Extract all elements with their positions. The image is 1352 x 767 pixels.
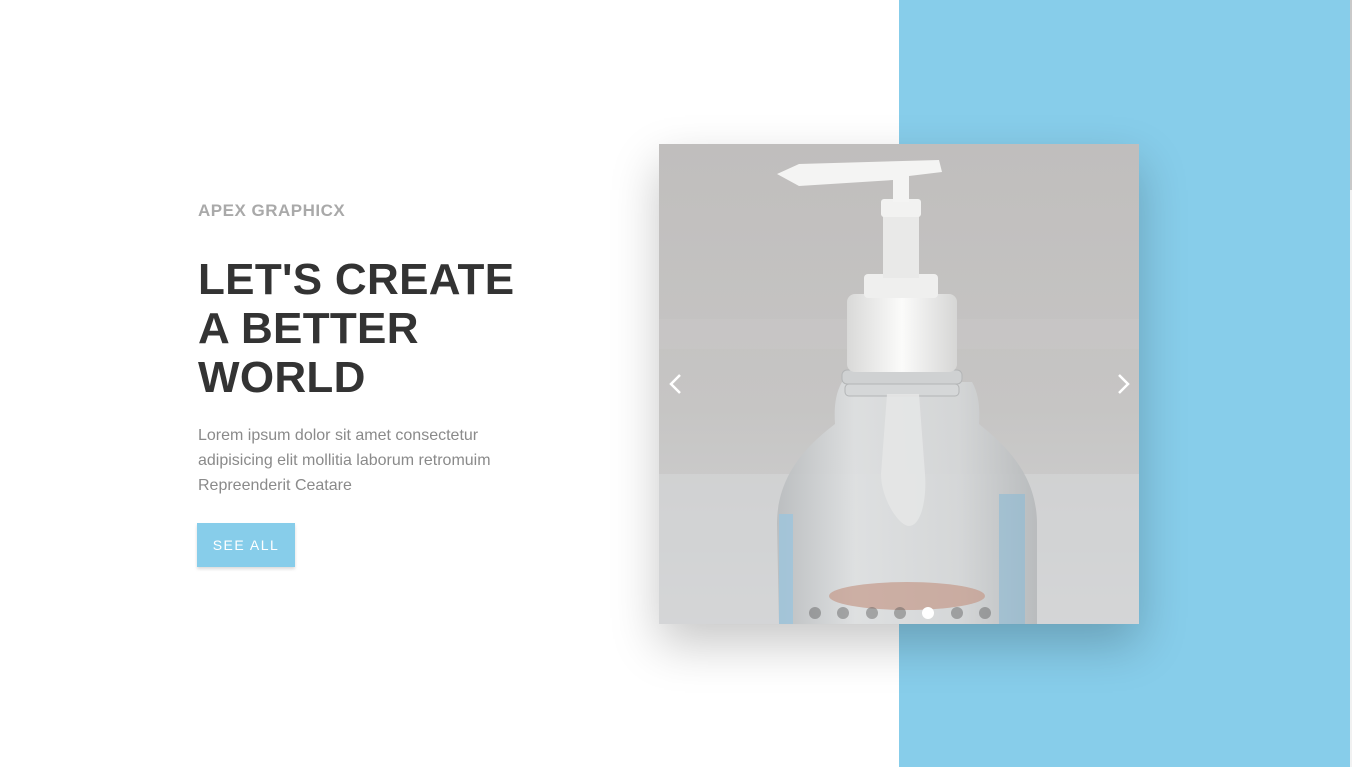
carousel-dot-active[interactable] [922,607,935,619]
headline-line: A BETTER [198,304,419,353]
carousel-dot[interactable] [865,607,878,619]
chevron-left-icon [669,374,681,394]
see-all-button[interactable]: SEE ALL [197,523,295,567]
image-carousel [659,144,1139,624]
carousel-dot[interactable] [837,607,850,619]
carousel-prev-button[interactable] [661,366,691,402]
hero-headline: LET'S CREATE A BETTER WORLD [198,255,558,402]
headline-line: WORLD [198,353,366,402]
carousel-dot[interactable] [893,607,906,619]
description-line: Lorem ipsum dolor sit amet consectetur [198,427,479,444]
hand-sanitizer-bottle-image [659,144,1139,624]
brand-name: APEX GRAPHICX [198,201,346,220]
carousel-dot[interactable] [978,607,991,619]
hero-text-block: APEX GRAPHICX LET'S CREATE A BETTER WORL… [198,200,558,498]
headline-line: LET'S CREATE [198,255,515,304]
hero-section: APEX GRAPHICX LET'S CREATE A BETTER WORL… [0,0,1352,767]
description-line: adipisicing elit mollitia laborum retrom… [198,452,491,469]
carousel-dot[interactable] [950,607,963,619]
description-line: Repreenderit Ceatare [198,477,352,494]
carousel-pagination [809,607,991,621]
carousel-dot[interactable] [809,607,821,619]
carousel-next-button[interactable] [1108,366,1138,402]
hero-description: Lorem ipsum dolor sit amet consectetur a… [198,423,518,498]
chevron-right-icon [1118,374,1130,394]
